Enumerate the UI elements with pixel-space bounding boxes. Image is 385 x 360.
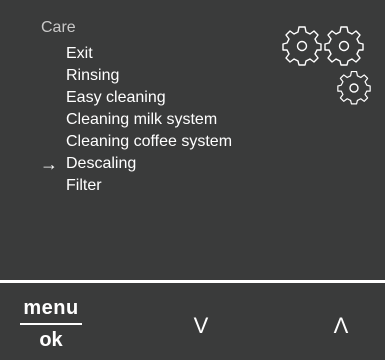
menu-screen: Care Exit Rinsing Easy cleaning Cleaning…: [0, 0, 385, 283]
menu-item-label: Rinsing: [66, 67, 120, 84]
menu-ok-button[interactable]: menu ok: [20, 297, 82, 351]
selection-arrow-icon: →: [40, 154, 58, 174]
gears-icon: [282, 26, 371, 105]
button-bar: menu ok V Λ: [0, 283, 385, 360]
menu-item-easy-cleaning[interactable]: Easy cleaning: [0, 87, 232, 109]
menu-item-cleaning-coffee-system[interactable]: Cleaning coffee system: [0, 131, 232, 153]
menu-item-label: Cleaning coffee system: [66, 133, 233, 150]
menu-list: Exit Rinsing Easy cleaning Cleaning milk…: [0, 43, 232, 197]
menu-item-exit[interactable]: Exit: [0, 43, 232, 65]
up-button[interactable]: Λ: [326, 313, 356, 339]
menu-item-filter[interactable]: Filter: [0, 175, 232, 197]
ok-label: ok: [39, 329, 63, 351]
menu-ok-divider: [20, 323, 82, 325]
menu-item-rinsing[interactable]: Rinsing: [0, 65, 232, 87]
menu-label: menu: [23, 297, 79, 319]
menu-item-label: Descaling: [66, 155, 137, 172]
menu-item-label: Easy cleaning: [66, 89, 166, 106]
menu-item-label: Cleaning milk system: [66, 111, 218, 128]
coffee-machine-display: Care Exit Rinsing Easy cleaning Cleaning…: [0, 0, 385, 360]
menu-item-label: Filter: [66, 177, 102, 194]
menu-item-label: Exit: [66, 45, 93, 62]
menu-item-cleaning-milk-system[interactable]: Cleaning milk system: [0, 109, 232, 131]
menu-item-descaling[interactable]: → Descaling: [0, 153, 232, 175]
down-button[interactable]: V: [186, 313, 216, 339]
section-title: Care: [41, 19, 76, 36]
